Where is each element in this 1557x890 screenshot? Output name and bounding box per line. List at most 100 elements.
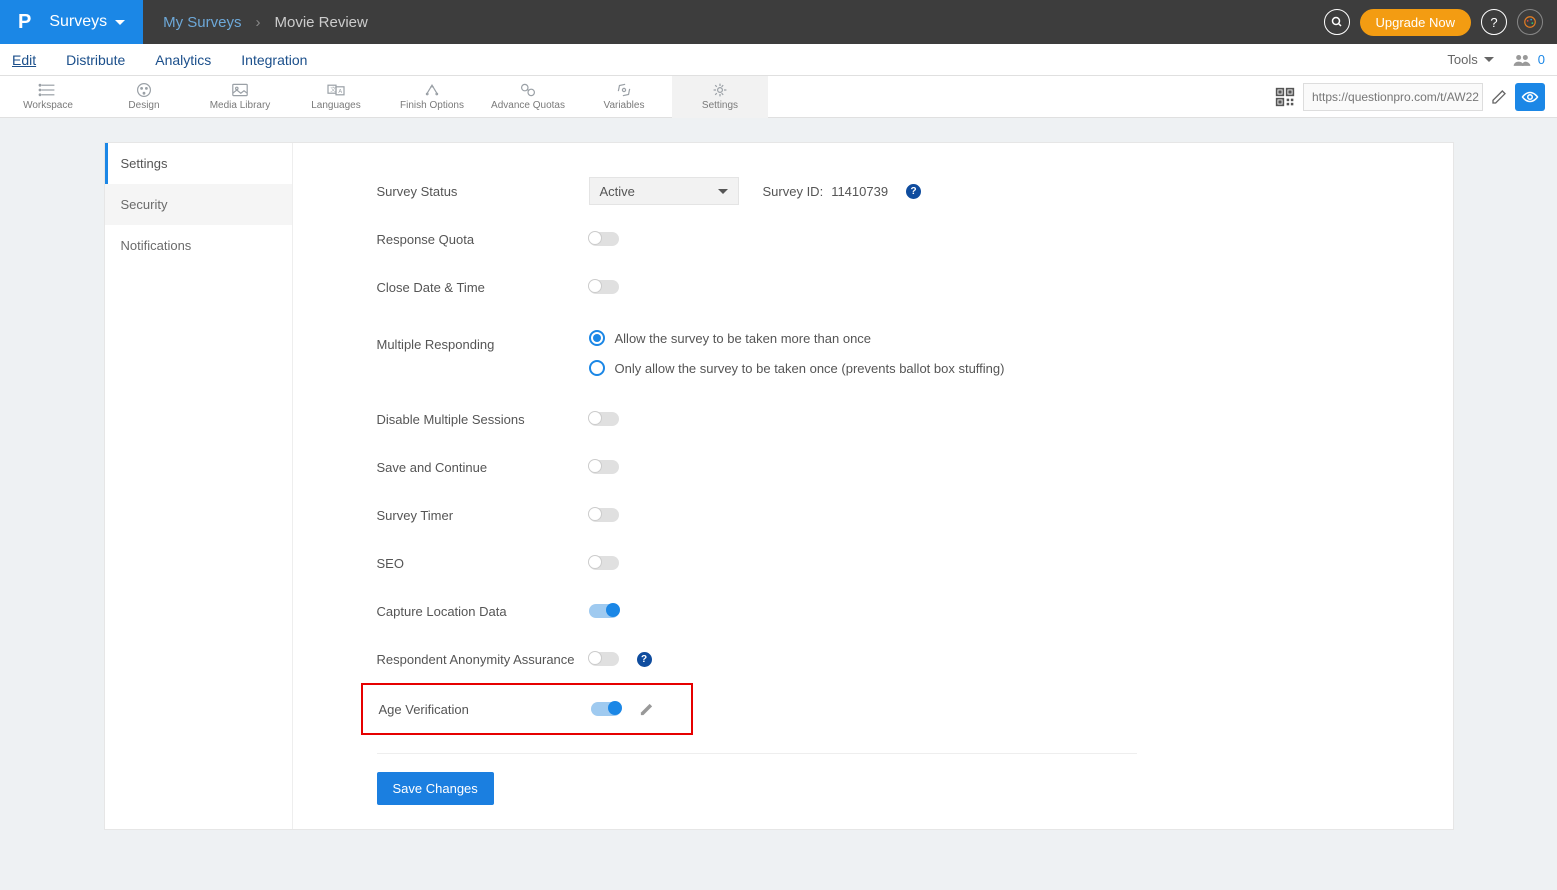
sidebar-item-notifications[interactable]: Notifications (105, 225, 292, 266)
multi-respond-option-once[interactable]: Only allow the survey to be taken once (… (589, 353, 1005, 383)
qr-code-icon[interactable] (1275, 87, 1295, 107)
tools-label: Tools (1447, 52, 1477, 67)
seo-label: SEO (377, 556, 589, 571)
caret-down-icon (1484, 57, 1494, 62)
navbar: Edit Distribute Analytics Integration To… (0, 44, 1557, 76)
nav-edit[interactable]: Edit (12, 52, 36, 68)
nav-integration[interactable]: Integration (241, 52, 307, 68)
survey-status-dropdown[interactable]: Active (589, 177, 739, 205)
design-icon (134, 82, 154, 98)
tool-label: Advance Quotas (491, 100, 565, 111)
tool-design[interactable]: Design (96, 76, 192, 118)
survey-url-field[interactable]: https://questionpro.com/t/AW22 (1303, 83, 1483, 111)
user-count: 0 (1538, 52, 1545, 67)
sidebar-item-security[interactable]: Security (105, 184, 292, 225)
disable-sessions-toggle[interactable] (589, 412, 619, 426)
main-area: Settings Security Notifications Survey S… (0, 118, 1557, 854)
radio-label: Only allow the survey to be taken once (… (615, 361, 1005, 376)
edit-url-button[interactable] (1491, 89, 1507, 105)
tool-settings[interactable]: Settings (672, 76, 768, 118)
tool-label: Finish Options (400, 100, 464, 111)
disable-sessions-label: Disable Multiple Sessions (377, 412, 589, 427)
survey-id-label: Survey ID: (763, 184, 824, 199)
settings-sidebar: Settings Security Notifications (105, 143, 293, 829)
age-verification-label: Age Verification (379, 702, 591, 717)
share-users[interactable]: 0 (1512, 52, 1545, 67)
age-verification-edit[interactable] (639, 702, 654, 717)
palette-icon[interactable] (1517, 9, 1543, 35)
close-date-toggle[interactable] (589, 280, 619, 294)
radio-label: Allow the survey to be taken more than o… (615, 331, 872, 346)
radio-icon (589, 360, 605, 376)
help-icon[interactable]: ? (906, 184, 921, 199)
divider (377, 753, 1137, 754)
dropdown-value: Active (600, 184, 635, 199)
capture-location-toggle[interactable] (589, 604, 619, 618)
caret-down-icon (718, 189, 728, 194)
save-continue-label: Save and Continue (377, 460, 589, 475)
survey-id-value: 11410739 (831, 184, 888, 199)
tool-advance-quotas[interactable]: Advance Quotas (480, 76, 576, 118)
svg-text:A: A (338, 89, 342, 95)
settings-panel: Settings Security Notifications Survey S… (104, 142, 1454, 830)
tool-finish-options[interactable]: Finish Options (384, 76, 480, 118)
finish-icon (422, 82, 442, 98)
nav-analytics[interactable]: Analytics (155, 52, 211, 68)
tool-label: Variables (604, 100, 645, 111)
upgrade-button[interactable]: Upgrade Now (1360, 9, 1472, 36)
tool-label: Design (128, 100, 159, 111)
survey-status-label: Survey Status (377, 184, 589, 199)
media-icon (230, 82, 250, 98)
breadcrumb-root[interactable]: My Surveys (163, 14, 241, 31)
age-verification-highlight: Age Verification (361, 683, 693, 735)
quotas-icon (518, 82, 538, 98)
languages-icon: 文A (326, 82, 346, 98)
response-quota-toggle[interactable] (589, 232, 619, 246)
pencil-icon (639, 702, 654, 717)
tool-workspace[interactable]: Workspace (0, 76, 96, 118)
help-icon[interactable]: ? (637, 652, 652, 667)
pencil-icon (1491, 89, 1507, 105)
multi-respond-option-allow[interactable]: Allow the survey to be taken more than o… (589, 323, 1005, 353)
people-icon (1512, 53, 1532, 67)
save-changes-button[interactable]: Save Changes (377, 772, 494, 805)
toolbar: Workspace Design Media Library 文A Langua… (0, 76, 1557, 118)
tool-media-library[interactable]: Media Library (192, 76, 288, 118)
sidebar-item-settings[interactable]: Settings (105, 143, 292, 184)
anonymity-toggle[interactable] (589, 652, 619, 666)
breadcrumb: My Surveys › Movie Review (143, 14, 368, 31)
capture-location-label: Capture Location Data (377, 604, 589, 619)
tool-variables[interactable]: Variables (576, 76, 672, 118)
survey-timer-label: Survey Timer (377, 508, 589, 523)
eye-icon (1521, 91, 1539, 103)
preview-button[interactable] (1515, 83, 1545, 111)
breadcrumb-sep: › (256, 14, 261, 31)
product-nav-dropdown[interactable]: P Surveys (0, 0, 143, 44)
response-quota-label: Response Quota (377, 232, 589, 247)
age-verification-toggle[interactable] (591, 702, 621, 716)
tool-languages[interactable]: 文A Languages (288, 76, 384, 118)
variables-icon (614, 82, 634, 98)
tools-dropdown[interactable]: Tools (1447, 52, 1493, 67)
nav-distribute[interactable]: Distribute (66, 52, 125, 68)
settings-content: Survey Status Active Survey ID: 11410739… (293, 143, 1453, 829)
tool-label: Languages (311, 100, 361, 111)
logo-icon: P (18, 11, 31, 34)
multiple-responding-label: Multiple Responding (377, 323, 589, 352)
survey-timer-toggle[interactable] (589, 508, 619, 522)
product-nav-label: Surveys (49, 13, 107, 31)
search-icon[interactable] (1324, 9, 1350, 35)
seo-toggle[interactable] (589, 556, 619, 570)
breadcrumb-current: Movie Review (275, 14, 368, 31)
topbar-right: Upgrade Now ? (1324, 9, 1557, 36)
help-icon[interactable]: ? (1481, 9, 1507, 35)
tool-label: Workspace (23, 100, 73, 111)
save-continue-toggle[interactable] (589, 460, 619, 474)
tool-label: Media Library (210, 100, 271, 111)
radio-icon (589, 330, 605, 346)
caret-down-icon (115, 20, 125, 25)
close-date-label: Close Date & Time (377, 280, 589, 295)
settings-icon (710, 82, 730, 98)
tool-label: Settings (702, 100, 738, 111)
anonymity-label: Respondent Anonymity Assurance (377, 652, 589, 667)
